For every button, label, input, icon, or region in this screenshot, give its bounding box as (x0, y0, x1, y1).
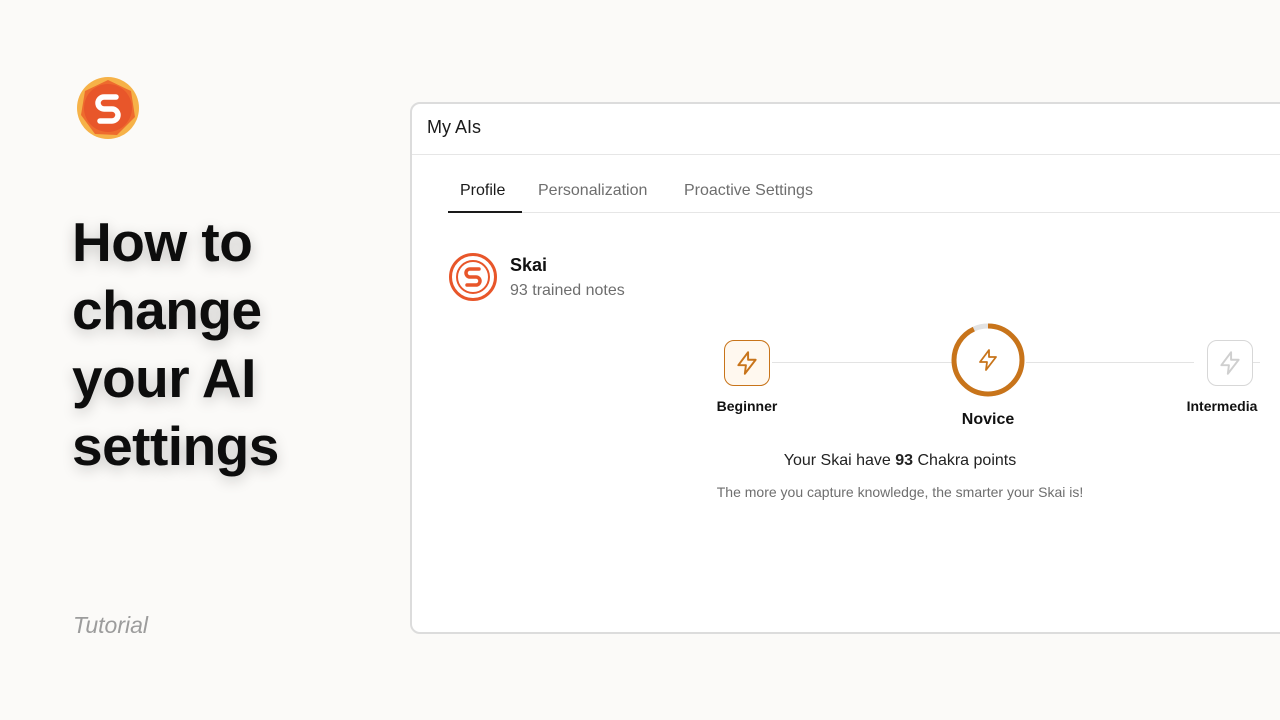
headline-line: settings (72, 415, 279, 477)
brand-logo-icon (77, 77, 139, 139)
level-novice-label: Novice (961, 411, 1015, 428)
skai-avatar-icon (449, 253, 497, 301)
window-header: My AIs (412, 104, 1280, 155)
headline-line: change (72, 279, 262, 341)
headline-line: your AI (72, 347, 256, 409)
headline-line: How to (72, 211, 253, 273)
level-beginner-label: Beginner (716, 398, 778, 414)
headline: How to change your AI settings (72, 208, 372, 480)
tab-personalization[interactable]: Personalization (538, 182, 647, 200)
active-tab-indicator (448, 211, 522, 213)
tab-bar: Profile Personalization Proactive Settin… (448, 164, 1280, 213)
chakra-points-summary: Your Skai have 93 Chakra points (412, 452, 1280, 470)
trained-notes-count: 93 trained notes (510, 282, 625, 299)
points-value: 93 (895, 452, 914, 469)
my-ais-window: My AIs Profile Personalization Proactive… (410, 102, 1280, 634)
level-novice-badge (951, 323, 1025, 397)
tab-profile[interactable]: Profile (460, 182, 505, 200)
level-connector (772, 362, 952, 363)
ai-name: Skai (510, 255, 548, 275)
points-suffix: Chakra points (913, 452, 1017, 469)
lightning-icon (737, 351, 757, 375)
lightning-icon (1220, 351, 1240, 375)
window-title: My AIs (427, 117, 482, 137)
level-beginner-badge (724, 340, 770, 386)
level-intermediate-badge (1207, 340, 1253, 386)
points-hint: The more you capture knowledge, the smar… (716, 484, 1084, 500)
tutorial-label: Tutorial (73, 612, 148, 638)
tab-proactive-settings[interactable]: Proactive Settings (684, 182, 813, 200)
points-prefix: Your Skai have (783, 452, 896, 469)
level-connector (1026, 362, 1194, 363)
level-intermediate-label: Intermedia (1186, 398, 1258, 414)
